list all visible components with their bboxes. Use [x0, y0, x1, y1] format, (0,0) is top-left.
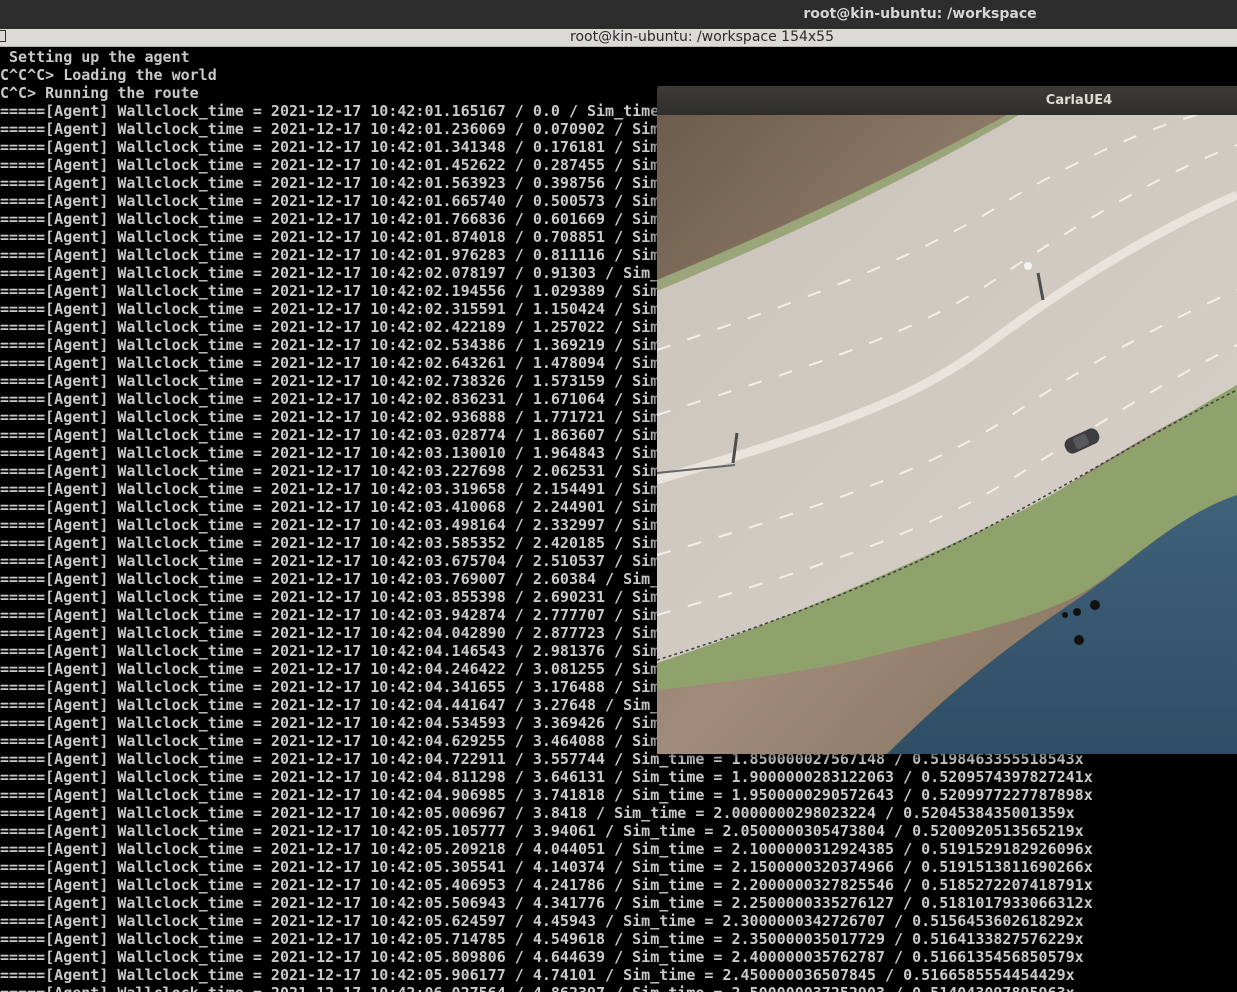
terminal-line: =====[Agent] Wallclock_time = 2021-12-17… — [0, 984, 1075, 992]
desktop-top-bar: root@kin-ubuntu: /workspace — [0, 0, 1237, 29]
terminal-line: =====[Agent] Wallclock_time = 2021-12-17… — [0, 120, 660, 138]
simulation-viewport[interactable] — [657, 115, 1237, 754]
terminal-line: =====[Agent] Wallclock_time = 2021-12-17… — [0, 912, 1084, 930]
terminal-line: =====[Agent] Wallclock_time = 2021-12-17… — [0, 624, 660, 642]
terminal-line: =====[Agent] Wallclock_time = 2021-12-17… — [0, 660, 660, 678]
terminal-line: =====[Agent] Wallclock_time = 2021-12-17… — [0, 606, 660, 624]
terminal-line: =====[Agent] Wallclock_time = 2021-12-17… — [0, 444, 660, 462]
terminal-line: =====[Agent] Wallclock_time = 2021-12-17… — [0, 714, 660, 732]
carla-window[interactable]: CarlaUE4 — [657, 86, 1237, 754]
terminal-line: =====[Agent] Wallclock_time = 2021-12-17… — [0, 642, 660, 660]
terminal-line: =====[Agent] Wallclock_time = 2021-12-17… — [0, 696, 660, 714]
terminal-line: =====[Agent] Wallclock_time = 2021-12-17… — [0, 588, 660, 606]
terminal-line: =====[Agent] Wallclock_time = 2021-12-17… — [0, 534, 660, 552]
carla-titlebar[interactable]: CarlaUE4 — [657, 86, 1237, 115]
terminal-line: =====[Agent] Wallclock_time = 2021-12-17… — [0, 732, 660, 750]
terminal-line: =====[Agent] Wallclock_time = 2021-12-17… — [0, 228, 660, 246]
terminal-line: =====[Agent] Wallclock_time = 2021-12-17… — [0, 804, 1075, 822]
terminal-line: =====[Agent] Wallclock_time = 2021-12-17… — [0, 516, 660, 534]
terminal-line: =====[Agent] Wallclock_time = 2021-12-17… — [0, 894, 1093, 912]
terminal-line: =====[Agent] Wallclock_time = 2021-12-17… — [0, 858, 1093, 876]
terminal-line: C^C^C> Loading the world — [0, 66, 217, 84]
terminal-line: =====[Agent] Wallclock_time = 2021-12-17… — [0, 966, 1075, 984]
terminal-line: =====[Agent] Wallclock_time = 2021-12-17… — [0, 318, 660, 336]
terminal-line: =====[Agent] Wallclock_time = 2021-12-17… — [0, 156, 660, 174]
terminal-line: =====[Agent] Wallclock_time = 2021-12-17… — [0, 336, 660, 354]
terminal-line: =====[Agent] Wallclock_time = 2021-12-17… — [0, 552, 660, 570]
terminal-line: =====[Agent] Wallclock_time = 2021-12-17… — [0, 138, 660, 156]
carla-window-title: CarlaUE4 — [1045, 93, 1113, 108]
terminal-line: =====[Agent] Wallclock_time = 2021-12-17… — [0, 408, 660, 426]
simulation-scene — [657, 115, 1237, 754]
terminal-line: =====[Agent] Wallclock_time = 2021-12-17… — [0, 174, 660, 192]
terminal-line: =====[Agent] Wallclock_time = 2021-12-17… — [0, 354, 660, 372]
terminal-line: =====[Agent] Wallclock_time = 2021-12-17… — [0, 822, 1084, 840]
terminal-line: =====[Agent] Wallclock_time = 2021-12-17… — [0, 246, 660, 264]
terminal-line: =====[Agent] Wallclock_time = 2021-12-17… — [0, 498, 660, 516]
terminal-line: =====[Agent] Wallclock_time = 2021-12-17… — [0, 876, 1093, 894]
terminal-line: =====[Agent] Wallclock_time = 2021-12-17… — [0, 210, 660, 228]
terminal-line: =====[Agent] Wallclock_time = 2021-12-17… — [0, 678, 660, 696]
top-bar-title: root@kin-ubuntu: /workspace — [803, 6, 1037, 22]
terminal-line: =====[Agent] Wallclock_time = 2021-12-17… — [0, 840, 1093, 858]
terminal-line: =====[Agent] Wallclock_time = 2021-12-17… — [0, 786, 1093, 804]
terminal-line: =====[Agent] Wallclock_time = 2021-12-17… — [0, 768, 1093, 786]
terminal-line: =====[Agent] Wallclock_time = 2021-12-17… — [0, 426, 660, 444]
terminal-line: =====[Agent] Wallclock_time = 2021-12-17… — [0, 480, 660, 498]
terminal-line: =====[Agent] Wallclock_time = 2021-12-17… — [0, 192, 660, 210]
terminal-line: =====[Agent] Wallclock_time = 2021-12-17… — [0, 948, 1084, 966]
terminal-line: =====[Agent] Wallclock_time = 2021-12-17… — [0, 264, 660, 282]
terminal-line: C^C> Running the route — [0, 84, 199, 102]
terminal-title: root@kin-ubuntu: /workspace 154x55 — [570, 29, 834, 45]
terminal-line: =====[Agent] Wallclock_time = 2021-12-17… — [0, 372, 660, 390]
terminal-line: Setting up the agent — [0, 48, 190, 66]
terminal-titlebar[interactable]: root@kin-ubuntu: /workspace 154x55 — [0, 29, 1237, 47]
terminal-line: =====[Agent] Wallclock_time = 2021-12-17… — [0, 930, 1084, 948]
terminal-line: =====[Agent] Wallclock_time = 2021-12-17… — [0, 282, 660, 300]
terminal-line: =====[Agent] Wallclock_time = 2021-12-17… — [0, 390, 660, 408]
terminal-line: =====[Agent] Wallclock_time = 2021-12-17… — [0, 570, 660, 588]
terminal-line: =====[Agent] Wallclock_time = 2021-12-17… — [0, 462, 660, 480]
terminal-line: =====[Agent] Wallclock_time = 2021-12-17… — [0, 102, 660, 120]
terminal-line: =====[Agent] Wallclock_time = 2021-12-17… — [0, 300, 660, 318]
